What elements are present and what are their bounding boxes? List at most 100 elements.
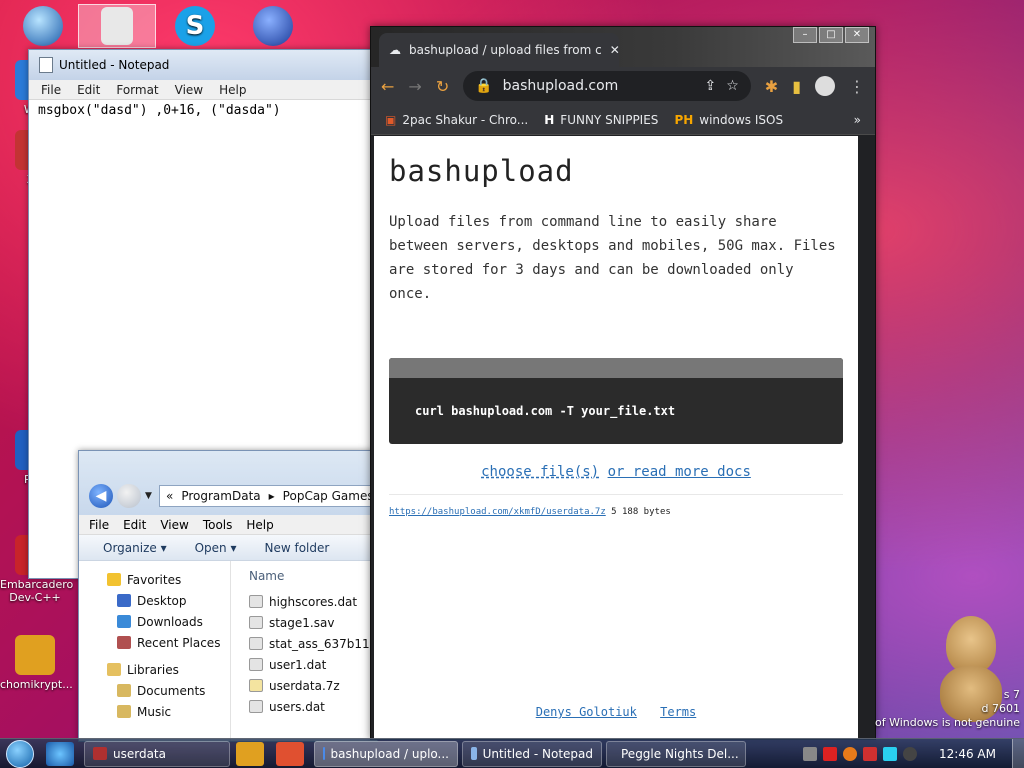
- more-bookmarks-icon[interactable]: »: [854, 113, 861, 127]
- forward-arrow-icon[interactable]: [117, 484, 141, 508]
- nav-item[interactable]: Documents: [79, 680, 230, 701]
- nav-item[interactable]: Recent Places: [79, 632, 230, 653]
- taskbar-app-icon: [323, 747, 325, 760]
- nav-item[interactable]: Favorites: [79, 569, 230, 590]
- notepad-title-bar[interactable]: Untitled - Notepad: [29, 50, 387, 80]
- profile-avatar-icon[interactable]: [815, 76, 835, 96]
- tray-volume-icon[interactable]: [903, 746, 918, 761]
- file-row[interactable]: user1.dat: [248, 654, 377, 675]
- show-desktop-button[interactable]: [1012, 738, 1024, 768]
- nav-item[interactable]: Desktop: [79, 590, 230, 611]
- tray-app-icon[interactable]: [803, 746, 818, 761]
- open-button[interactable]: Open ▾: [195, 541, 237, 555]
- explorer-menu-edit[interactable]: Edit: [123, 518, 146, 532]
- share-icon[interactable]: ⇪: [704, 78, 716, 94]
- path-programdata[interactable]: ProgramData: [181, 489, 260, 503]
- history-dropdown-icon[interactable]: ▼: [145, 491, 152, 501]
- nav-item-icon: [117, 594, 131, 607]
- taskbar-button[interactable]: Untitled - Notepad: [462, 740, 602, 767]
- cloud-upload-icon: ☁: [389, 43, 401, 57]
- uploaded-file-link[interactable]: https://bashupload.com/xkmfD/userdata.7z: [389, 507, 606, 517]
- file-row[interactable]: users.dat: [248, 696, 377, 717]
- star-icon[interactable]: ☆: [726, 78, 739, 94]
- taskbar-button-label: Peggle Nights Del...: [621, 746, 739, 761]
- path-separator[interactable]: ▸: [269, 489, 275, 503]
- minimize-icon[interactable]: –: [793, 27, 817, 43]
- taskbar-app-icon: [471, 747, 477, 760]
- taskbar-clock[interactable]: 12:46 AM: [923, 747, 1012, 761]
- file-row[interactable]: stage1.sav: [248, 612, 377, 633]
- reload-icon[interactable]: ↻: [436, 77, 449, 96]
- back-icon[interactable]: ←: [381, 77, 394, 96]
- bookmark-item[interactable]: ▣ 2pac Shakur - Chro...: [385, 113, 528, 127]
- choose-files-link[interactable]: choose file(s): [481, 464, 599, 480]
- start-button[interactable]: [0, 739, 40, 768]
- explorer-path[interactable]: « ProgramData ▸ PopCap Games: [159, 485, 377, 507]
- file-name: users.dat: [268, 699, 325, 714]
- tab-close-icon[interactable]: ✕: [610, 43, 619, 57]
- bookmark-item[interactable]: H FUNNY SNIPPIES: [544, 113, 658, 127]
- notepad-menu-view[interactable]: View: [167, 83, 211, 97]
- notepad-menu-help[interactable]: Help: [211, 83, 254, 97]
- explorer-menu-file[interactable]: File: [89, 518, 109, 532]
- taskbar-button-label: userdata: [113, 746, 166, 761]
- notepad-text-area[interactable]: msgbox("dasd") ,0+16, ("dasda"): [29, 100, 387, 121]
- taskbar-button-label: Untitled - Notepad: [482, 746, 593, 761]
- explorer-menu-help[interactable]: Help: [246, 518, 273, 532]
- new-folder-button[interactable]: New folder: [265, 541, 330, 555]
- tray-network-icon[interactable]: [883, 746, 898, 761]
- file-icon: [248, 700, 263, 713]
- notice-line-3: of Windows is not genuine: [875, 716, 1020, 729]
- taskbar-button[interactable]: userdata: [84, 740, 230, 767]
- nav-item[interactable]: Downloads: [79, 611, 230, 632]
- taskbar-button[interactable]: Peggle Nights Del...: [606, 740, 746, 767]
- page-footer: Denys Golotiuk Terms: [374, 705, 858, 719]
- explorer-menu-tools[interactable]: Tools: [203, 518, 233, 532]
- text-file-icon[interactable]: [78, 4, 156, 48]
- more-menu-icon[interactable]: ⋮: [849, 77, 865, 96]
- address-bar[interactable]: 🔒 bashupload.com ⇪ ☆: [463, 71, 751, 101]
- app-pinned-icon[interactable]: [276, 741, 304, 766]
- chrome-toolbar: ← → ↻ 🔒 bashupload.com ⇪ ☆ ✱ ▮ ⋮: [371, 67, 875, 105]
- uploaded-file-size: 5 188 bytes: [611, 507, 671, 517]
- orb-app-icon[interactable]: [238, 6, 308, 49]
- close-icon[interactable]: ✕: [845, 27, 869, 43]
- extensions-icon[interactable]: ✱: [765, 77, 778, 96]
- notepad-menu-format[interactable]: Format: [108, 83, 166, 97]
- nav-item-label: Libraries: [127, 662, 179, 677]
- explorer-menu-view[interactable]: View: [160, 518, 188, 532]
- chrome-tab[interactable]: ☁ bashupload / upload files from c ✕: [379, 33, 619, 67]
- path-popcap-games[interactable]: PopCap Games: [283, 489, 374, 503]
- nav-item[interactable]: Music: [79, 701, 230, 722]
- file-row[interactable]: highscores.dat: [248, 591, 377, 612]
- media-player-icon[interactable]: [236, 741, 264, 766]
- tray-flag-icon[interactable]: [863, 746, 878, 761]
- chrome-window[interactable]: ☁ bashupload / upload files from c ✕ – □…: [370, 26, 876, 740]
- nav-item[interactable]: Libraries: [79, 659, 230, 680]
- forward-icon[interactable]: →: [408, 77, 421, 96]
- column-header-name[interactable]: Name: [249, 569, 377, 591]
- notepad-icon: [39, 57, 53, 73]
- globe-app-icon[interactable]: [8, 6, 78, 49]
- desktop-icon[interactable]: chomikrypt...: [0, 635, 73, 691]
- explorer-file-list: Name highscores.dat stage1.sav stat_ass_63…: [231, 561, 377, 741]
- desktop-icon-label: chomikrypt...: [0, 678, 73, 691]
- tray-v-icon[interactable]: [823, 746, 838, 761]
- file-row[interactable]: userdata.7z: [248, 675, 377, 696]
- notepad-menu-file[interactable]: File: [33, 83, 69, 97]
- read-docs-link[interactable]: or read more docs: [608, 464, 751, 480]
- terms-link[interactable]: Terms: [660, 705, 696, 719]
- explorer-window[interactable]: ◀ ▼ « ProgramData ▸ PopCap Games File Ed…: [78, 450, 378, 742]
- maximize-icon[interactable]: □: [819, 27, 843, 43]
- taskbar-button[interactable]: bashupload / uplo...: [314, 740, 458, 767]
- organize-button[interactable]: Organize ▾: [103, 541, 167, 555]
- tray-search-icon[interactable]: [843, 746, 858, 761]
- file-row[interactable]: stat_ass_637b11a: [248, 633, 377, 654]
- bookmark-item[interactable]: PH windows ISOS: [674, 113, 783, 127]
- skype-icon[interactable]: S: [160, 6, 230, 49]
- ie-icon[interactable]: [46, 741, 74, 766]
- back-arrow-icon[interactable]: ◀: [89, 484, 113, 508]
- sidepanel-icon[interactable]: ▮: [792, 77, 801, 96]
- notepad-menu-edit[interactable]: Edit: [69, 83, 108, 97]
- author-link[interactable]: Denys Golotiuk: [536, 705, 637, 719]
